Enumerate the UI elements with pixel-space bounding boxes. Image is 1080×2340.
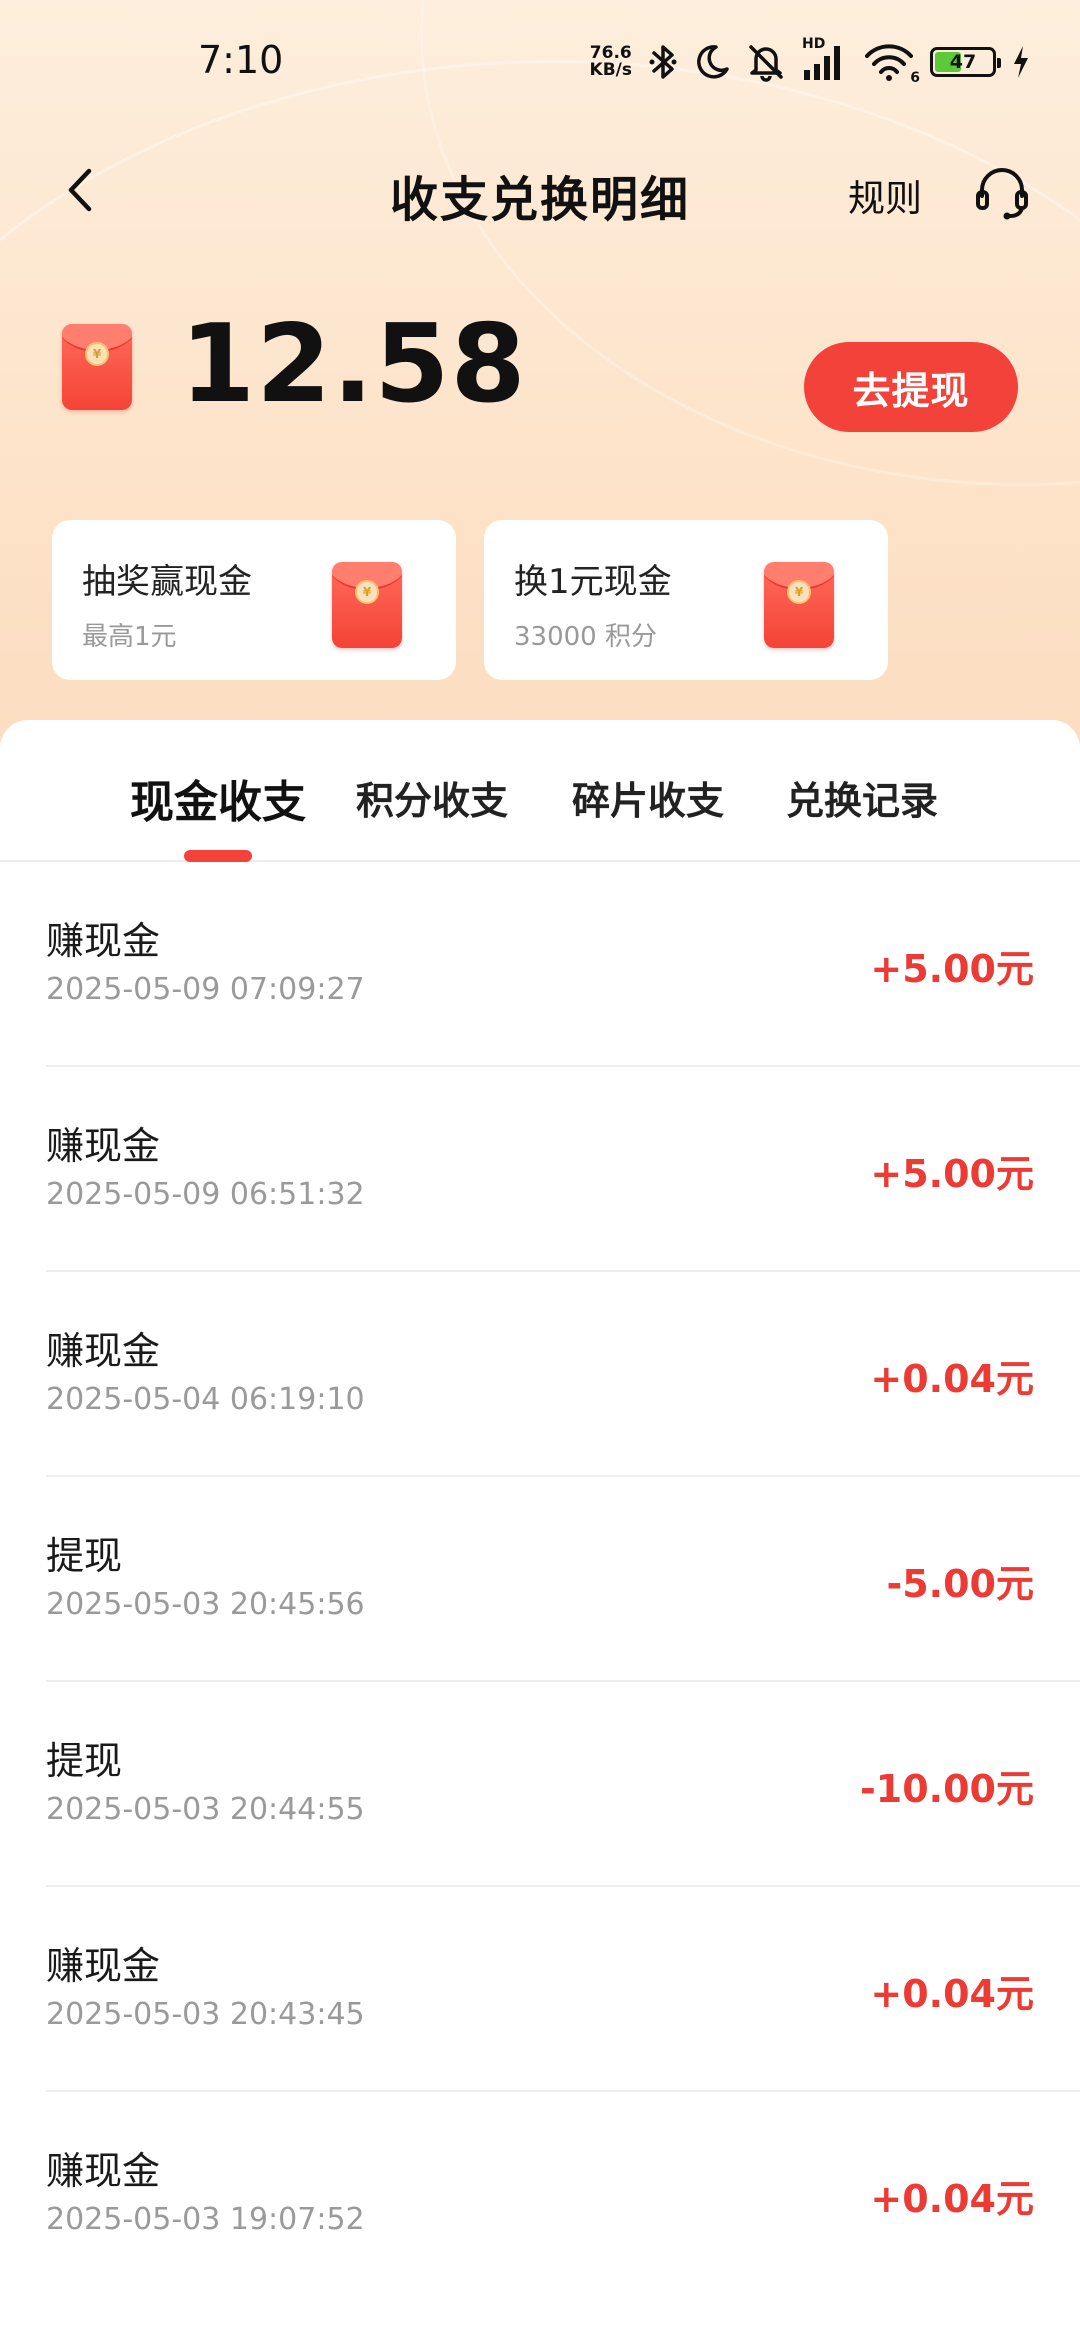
headset-icon [976,168,1028,220]
tab-fragments[interactable]: 碎片收支 [572,770,724,825]
mute-bell-icon [746,42,786,82]
transaction-title: 提现 [46,1739,123,1783]
transaction-title: 赚现金 [46,1124,161,1168]
table-row[interactable]: 提现 2025-05-03 20:45:56 -5.00元 [0,1477,1080,1682]
transaction-amount: +0.04元 [870,1972,1034,2016]
signal-icon: HD [802,36,848,82]
charging-icon [1012,45,1030,79]
transaction-amount: +0.04元 [870,1357,1034,1401]
tab-indicator [184,850,252,862]
hd-label: HD [802,36,826,52]
rules-link[interactable]: 规则 [848,168,922,222]
transaction-time: 2025-05-03 20:45:56 [46,1587,365,1622]
promo-card-subtitle: 最高1元 [82,622,177,652]
tab-cash[interactable]: 现金收支 [130,766,306,830]
balance-amount: 12.58 [180,302,527,427]
network-speed-unit: KB/s [589,60,632,80]
transaction-time: 2025-05-09 07:09:27 [46,972,365,1007]
transaction-list: 赚现金 2025-05-09 07:09:27 +5.00元 赚现金 2025-… [0,862,1080,2297]
promo-card-lottery[interactable]: 抽奖赢现金 最高1元 ¥ [52,520,456,680]
transaction-time: 2025-05-03 20:44:55 [46,1792,365,1827]
tab-exchange-records[interactable]: 兑换记录 [786,770,938,825]
bluetooth-icon [648,42,678,82]
status-time: 7:10 [198,38,284,82]
battery-icon: 47 [930,47,1001,77]
transaction-amount: +5.00元 [870,1152,1034,1196]
transaction-title: 赚现金 [46,2149,161,2193]
tab-points[interactable]: 积分收支 [356,770,508,825]
page-header: 收支兑换明细 规则 [0,150,1080,230]
table-row[interactable]: 赚现金 2025-05-03 20:43:45 +0.04元 [0,1887,1080,2092]
table-row[interactable]: 赚现金 2025-05-04 06:19:10 +0.04元 [0,1272,1080,1477]
records-panel: 现金收支 积分收支 碎片收支 兑换记录 赚现金 2025-05-09 07:09… [0,720,1080,2340]
promo-card-title: 换1元现金 [514,562,672,602]
table-row[interactable]: 提现 2025-05-03 20:44:55 -10.00元 [0,1682,1080,1887]
promo-card-title: 抽奖赢现金 [82,562,252,602]
tab-bar: 现金收支 积分收支 碎片收支 兑换记录 [0,720,1080,862]
battery-level: 47 [949,51,977,73]
table-row[interactable]: 赚现金 2025-05-09 06:51:32 +5.00元 [0,1067,1080,1272]
red-envelope-icon: ¥ [332,562,402,648]
moon-icon [694,43,730,81]
transaction-amount: -10.00元 [860,1767,1034,1811]
status-icons: 76.6 KB/s HD 6 47 [590,36,1030,86]
transaction-amount: +5.00元 [870,947,1034,991]
transaction-title: 赚现金 [46,1329,161,1373]
transaction-time: 2025-05-09 06:51:32 [46,1177,365,1212]
transaction-time: 2025-05-04 06:19:10 [46,1382,365,1417]
transaction-title: 赚现金 [46,919,161,963]
network-speed: 76.6 KB/s [590,45,632,79]
transaction-amount: -5.00元 [886,1562,1034,1606]
balance-section: ¥ 12.58 去提现 [0,300,1080,450]
wifi-icon: 6 [864,42,920,86]
red-envelope-icon: ¥ [764,562,834,648]
promo-card-exchange[interactable]: 换1元现金 33000 积分 ¥ [484,520,888,680]
transaction-amount: +0.04元 [870,2177,1034,2221]
promo-card-subtitle: 33000 积分 [514,622,657,652]
transaction-time: 2025-05-03 20:43:45 [46,1997,365,2032]
red-envelope-icon: ¥ [62,324,132,410]
customer-service-button[interactable] [970,160,1034,224]
withdraw-button[interactable]: 去提现 [804,342,1018,432]
wifi-generation: 6 [910,70,920,86]
transaction-title: 赚现金 [46,1944,161,1988]
transaction-title: 提现 [46,1534,123,1578]
status-bar: 7:10 76.6 KB/s HD 6 47 [0,0,1080,120]
table-row[interactable]: 赚现金 2025-05-03 19:07:52 +0.04元 [0,2092,1080,2297]
table-row[interactable]: 赚现金 2025-05-09 07:09:27 +5.00元 [0,862,1080,1067]
transaction-time: 2025-05-03 19:07:52 [46,2202,365,2237]
